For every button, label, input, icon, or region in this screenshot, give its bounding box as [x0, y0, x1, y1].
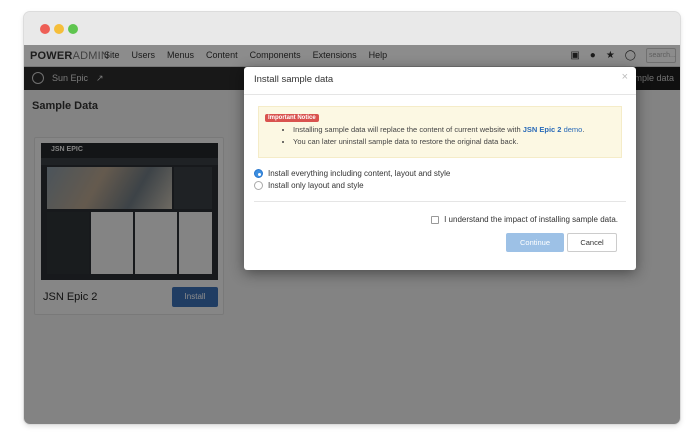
continue-button[interactable]: Continue	[506, 233, 564, 252]
install-sample-data-modal: Install sample data × Important Notice I…	[244, 67, 636, 270]
close-icon[interactable]: ×	[622, 71, 628, 83]
divider	[254, 201, 626, 202]
install-options: Install everything including content, la…	[254, 169, 450, 193]
cancel-button[interactable]: Cancel	[567, 233, 617, 252]
notice-line: You can later uninstall sample data to r…	[293, 137, 584, 146]
minimize-window-button[interactable]	[54, 24, 64, 34]
notice-badge: Important Notice	[265, 114, 319, 122]
close-window-button[interactable]	[40, 24, 50, 34]
modal-title: Install sample data	[254, 74, 334, 85]
demo-link[interactable]: demo	[561, 125, 583, 134]
app-window: POWERADMIN Site Users Menus Content Comp…	[24, 12, 680, 424]
maximize-window-button[interactable]	[68, 24, 78, 34]
important-notice: Important Notice Installing sample data …	[258, 106, 622, 158]
option-layout-only[interactable]: Install only layout and style	[254, 181, 450, 190]
radio-full-install[interactable]	[254, 169, 263, 178]
agree-checkbox[interactable]	[431, 215, 440, 224]
template-link[interactable]: JSN Epic 2	[523, 125, 562, 134]
option-full-install[interactable]: Install everything including content, la…	[254, 169, 450, 178]
agree-checkbox-row[interactable]: I understand the impact of installing sa…	[431, 215, 618, 224]
modal-header: Install sample data ×	[244, 67, 636, 95]
notice-line: Installing sample data will replace the …	[293, 125, 584, 134]
notice-list: Installing sample data will replace the …	[293, 125, 584, 149]
radio-layout-only[interactable]	[254, 181, 263, 190]
window-chrome	[24, 12, 680, 45]
